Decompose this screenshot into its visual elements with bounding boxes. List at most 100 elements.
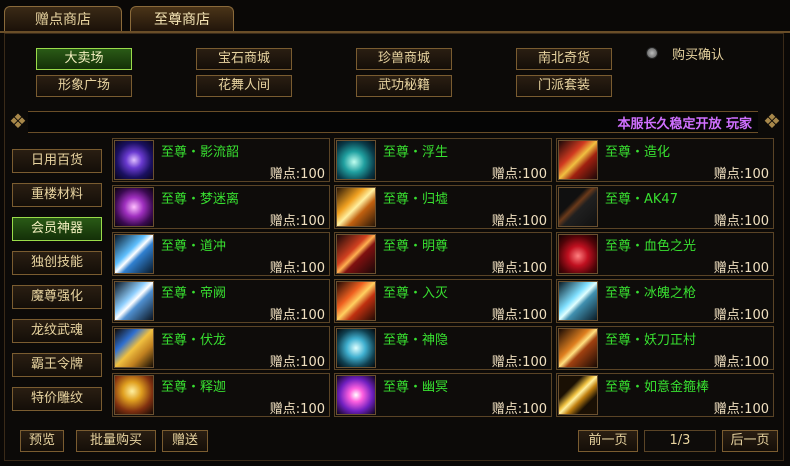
white-blue-blade-icon[interactable]	[114, 281, 154, 321]
page-indicator: 1/3	[644, 430, 716, 452]
category-big-market[interactable]: 大卖场	[36, 48, 132, 70]
left-ornament-icon: ❖	[9, 109, 27, 133]
shop-item[interactable]: 至尊・妖刀正村赠点:100	[556, 326, 774, 370]
rifle-icon[interactable]	[558, 187, 598, 227]
item-name: 至尊・梦迷离	[161, 192, 240, 207]
item-price: 赠点:100	[491, 214, 547, 229]
tab-gift-points-shop[interactable]: 赠点商店	[4, 6, 122, 32]
item-name: 至尊・冰魄之枪	[605, 286, 697, 301]
shop-item[interactable]: 至尊・道冲赠点:100	[112, 232, 330, 276]
purchase-confirm-label: 购买确认	[672, 48, 725, 63]
shop-item[interactable]: 至尊・释迦赠点:100	[112, 373, 330, 417]
item-price: 赠点:100	[491, 261, 547, 276]
shop-item[interactable]: 至尊・如意金箍棒 赠点:100	[556, 373, 774, 417]
shop-item[interactable]: 至尊・幽冥 赠点:100	[334, 373, 552, 417]
shop-item[interactable]: 至尊・归墟赠点:100	[334, 185, 552, 229]
violet-orb-icon[interactable]	[114, 187, 154, 227]
crimson-spear-icon[interactable]	[558, 234, 598, 274]
item-price: 赠点:100	[491, 355, 547, 370]
item-price: 赠点:100	[269, 214, 325, 229]
side-menu-item[interactable]: 魔尊强化	[12, 285, 102, 309]
golden-dragon-staff-icon[interactable]	[114, 328, 154, 368]
shop-item[interactable]: 至尊・神隐赠点:100	[334, 326, 552, 370]
item-price: 赠点:100	[713, 402, 769, 417]
item-price: 赠点:100	[713, 214, 769, 229]
item-price: 赠点:100	[269, 167, 325, 182]
item-price: 赠点:100	[713, 167, 769, 182]
next-page-button[interactable]: 后一页	[722, 430, 778, 452]
shop-item[interactable]: 至尊・伏龙赠点:100	[112, 326, 330, 370]
item-name: 至尊・神隐	[383, 333, 449, 348]
shop-item[interactable]: 至尊・入灭赠点:100	[334, 279, 552, 323]
item-name: 至尊・AK47	[605, 192, 678, 207]
golden-rod-icon[interactable]	[558, 375, 598, 415]
cyan-lightning-blade-icon[interactable]	[336, 328, 376, 368]
side-menu-item[interactable]: 会员神器	[12, 217, 102, 241]
preview-button[interactable]: 预览	[20, 430, 64, 452]
item-name: 至尊・幽冥	[383, 380, 449, 395]
item-price: 赠点:100	[269, 355, 325, 370]
purple-pink-orb-icon[interactable]	[336, 375, 376, 415]
side-menu-item[interactable]: 日用百货	[12, 149, 102, 173]
category-misc-goods[interactable]: 南北奇货	[516, 48, 612, 70]
item-name: 至尊・如意金箍棒	[605, 380, 710, 395]
category-gem-mall[interactable]: 宝石商城	[196, 48, 292, 70]
marquee-text: 本服长久稳定开放 玩家	[617, 117, 752, 132]
item-name: 至尊・浮生	[383, 145, 449, 160]
side-menu-item[interactable]: 特价雕纹	[12, 387, 102, 411]
shop-item[interactable]: 至尊・冰魄之枪赠点:100	[556, 279, 774, 323]
shop-item[interactable]: 至尊・影流韶赠点:100	[112, 138, 330, 182]
item-name: 至尊・明尊	[383, 239, 449, 254]
shop-item[interactable]: 至尊・AK47 赠点:100	[556, 185, 774, 229]
shop-item[interactable]: 至尊・梦迷离赠点:100	[112, 185, 330, 229]
item-name: 至尊・造化	[605, 145, 671, 160]
category-sect-outfits[interactable]: 门派套装	[516, 75, 612, 97]
ice-gun-icon[interactable]	[558, 281, 598, 321]
category-appearance-plaza[interactable]: 形象广场	[36, 75, 132, 97]
item-price: 赠点:100	[491, 308, 547, 323]
gift-button[interactable]: 赠送	[162, 430, 208, 452]
purple-blue-orb-icon[interactable]	[114, 140, 154, 180]
golden-winged-sword-icon[interactable]	[336, 187, 376, 227]
shop-item[interactable]: 至尊・帝阙 赠点:100	[112, 279, 330, 323]
item-name: 至尊・归墟	[383, 192, 449, 207]
right-ornament-icon: ❖	[763, 109, 781, 133]
category-pet-mall[interactable]: 珍兽商城	[356, 48, 452, 70]
shop-item[interactable]: 至尊・浮生赠点:100	[334, 138, 552, 182]
item-price: 赠点:100	[269, 308, 325, 323]
shop-item[interactable]: 至尊・血色之光 赠点:100	[556, 232, 774, 276]
golden-ring-staff-icon[interactable]	[114, 375, 154, 415]
golden-flame-blade-icon[interactable]	[336, 281, 376, 321]
item-name: 至尊・入灭	[383, 286, 449, 301]
shop-window: 赠点商店 至尊商店 大卖场 宝石商城 珍兽商城 南北奇货 形象广场 花舞人间 武…	[0, 0, 790, 466]
item-price: 赠点:100	[713, 261, 769, 276]
shop-item[interactable]: 至尊・明尊赠点:100	[334, 232, 552, 276]
category-flower-dance[interactable]: 花舞人间	[196, 75, 292, 97]
item-price: 赠点:100	[713, 355, 769, 370]
item-price: 赠点:100	[713, 308, 769, 323]
category-martial-books[interactable]: 武功秘籍	[356, 75, 452, 97]
item-name: 至尊・道冲	[161, 239, 227, 254]
item-name: 至尊・伏龙	[161, 333, 227, 348]
orange-katana-icon[interactable]	[558, 328, 598, 368]
ice-blue-blade-icon[interactable]	[114, 234, 154, 274]
item-name: 至尊・影流韶	[161, 145, 240, 160]
item-price: 赠点:100	[491, 167, 547, 182]
side-menu-item[interactable]: 独创技能	[12, 251, 102, 275]
red-dark-blade-icon[interactable]	[336, 234, 376, 274]
prev-page-button[interactable]: 前一页	[578, 430, 638, 452]
side-menu-item[interactable]: 龙纹武魂	[12, 319, 102, 343]
cyan-feather-orb-icon[interactable]	[336, 140, 376, 180]
tab-supreme-shop[interactable]: 至尊商店	[130, 6, 234, 32]
marquee-bar: 本服长久稳定开放 玩家	[28, 111, 758, 133]
side-menu-item[interactable]: 霸王令牌	[12, 353, 102, 377]
side-menu-item[interactable]: 重楼材料	[12, 183, 102, 207]
shop-item[interactable]: 至尊・造化赠点:100	[556, 138, 774, 182]
item-price: 赠点:100	[269, 402, 325, 417]
item-price: 赠点:100	[269, 261, 325, 276]
batch-buy-button[interactable]: 批量购买	[76, 430, 156, 452]
purchase-confirm-radio[interactable]	[646, 47, 658, 59]
item-name: 至尊・妖刀正村	[605, 333, 697, 348]
item-name: 至尊・释迦	[161, 380, 227, 395]
golden-red-staff-icon[interactable]	[558, 140, 598, 180]
